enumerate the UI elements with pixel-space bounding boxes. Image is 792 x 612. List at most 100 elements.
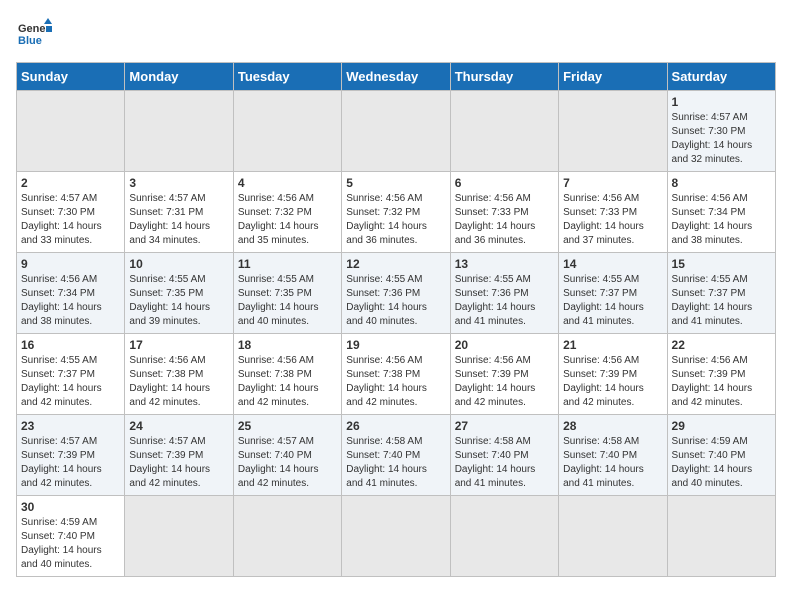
calendar-cell: 29 Sunrise: 4:59 AMSunset: 7:40 PMDayligh… [667,415,775,496]
cell-content: Sunrise: 4:57 AMSunset: 7:39 PMDaylight:… [129,435,228,491]
cell-content: Sunrise: 4:55 AMSunset: 7:36 PMDaylight:… [455,273,554,329]
calendar-cell [342,91,450,172]
day-number: 23 [21,419,120,433]
calendar-cell: 6Sunrise: 4:56 AMSunset: 7:33 PMDaylight… [450,172,558,253]
calendar-cell: 14 Sunrise: 4:55 AMSunset: 7:37 PMDayligh… [559,253,667,334]
cell-content: Sunrise: 4:58 AMSunset: 7:40 PMDaylight:… [563,435,662,491]
calendar-cell [450,91,558,172]
calendar-cell: 16Sunrise: 4:55 AMSunset: 7:37 PMDayligh… [17,334,125,415]
weekday-header-friday: Friday [559,63,667,91]
calendar-cell [125,91,233,172]
calendar-cell: 11 Sunrise: 4:55 AMSunset: 7:35 PMDayligh… [233,253,341,334]
calendar-cell: 10 Sunrise: 4:55 AMSunset: 7:35 PMDayligh… [125,253,233,334]
day-number: 19 [346,338,445,352]
cell-content: Sunrise: 4:56 AMSunset: 7:39 PMDaylight:… [455,354,554,410]
day-number: 24 [129,419,228,433]
calendar-cell: 13 Sunrise: 4:55 AMSunset: 7:36 PMDayligh… [450,253,558,334]
cell-content: Sunrise: 4:56 AMSunset: 7:32 PMDaylight:… [346,192,445,248]
logo-icon: General Blue [16,16,52,52]
calendar-cell: 30 Sunrise: 4:59 AMSunset: 7:40 PMDayligh… [17,496,125,577]
day-number: 20 [455,338,554,352]
cell-content: Sunrise: 4:58 AMSunset: 7:40 PMDaylight:… [455,435,554,491]
calendar-cell [667,496,775,577]
page-header: General Blue [16,16,776,52]
day-number: 5 [346,176,445,190]
day-number: 6 [455,176,554,190]
day-number: 2 [21,176,120,190]
calendar-cell [125,496,233,577]
calendar-table: SundayMondayTuesdayWednesdayThursdayFrid… [16,62,776,577]
calendar-cell: 5 Sunrise: 4:56 AMSunset: 7:32 PMDaylight… [342,172,450,253]
cell-content: Sunrise: 4:56 AMSunset: 7:39 PMDaylight:… [563,354,662,410]
weekday-header-sunday: Sunday [17,63,125,91]
day-number: 3 [129,176,228,190]
calendar-cell [17,91,125,172]
day-number: 28 [563,419,662,433]
calendar-cell: 8 Sunrise: 4:56 AMSunset: 7:34 PMDaylight… [667,172,775,253]
calendar-cell: 1 Sunrise: 4:57 AMSunset: 7:30 PMDaylight… [667,91,775,172]
calendar-header: SundayMondayTuesdayWednesdayThursdayFrid… [17,63,776,91]
day-number: 8 [672,176,771,190]
weekday-header-thursday: Thursday [450,63,558,91]
day-number: 25 [238,419,337,433]
calendar-cell: 28 Sunrise: 4:58 AMSunset: 7:40 PMDayligh… [559,415,667,496]
day-number: 27 [455,419,554,433]
day-number: 15 [672,257,771,271]
cell-content: Sunrise: 4:56 AMSunset: 7:38 PMDaylight:… [238,354,337,410]
day-number: 18 [238,338,337,352]
day-number: 29 [672,419,771,433]
day-number: 30 [21,500,120,514]
calendar-cell: 23 Sunrise: 4:57 AMSunset: 7:39 PMDayligh… [17,415,125,496]
calendar-cell [559,496,667,577]
calendar-cell: 4 Sunrise: 4:56 AMSunset: 7:32 PMDaylight… [233,172,341,253]
calendar-cell: 19 Sunrise: 4:56 AMSunset: 7:38 PMDayligh… [342,334,450,415]
cell-content: Sunrise: 4:56 AMSunset: 7:34 PMDaylight:… [672,192,771,248]
calendar-cell [342,496,450,577]
day-number: 26 [346,419,445,433]
cell-content: Sunrise: 4:55 AMSunset: 7:35 PMDaylight:… [238,273,337,329]
day-number: 17 [129,338,228,352]
cell-content: Sunrise: 4:58 AMSunset: 7:40 PMDaylight:… [346,435,445,491]
calendar-cell: 7Sunrise: 4:56 AMSunset: 7:33 PMDaylight… [559,172,667,253]
calendar-cell: 20 Sunrise: 4:56 AMSunset: 7:39 PMDayligh… [450,334,558,415]
day-number: 21 [563,338,662,352]
cell-content: Sunrise: 4:56 AMSunset: 7:38 PMDaylight:… [129,354,228,410]
weekday-header-saturday: Saturday [667,63,775,91]
calendar-cell [450,496,558,577]
calendar-cell [233,91,341,172]
day-number: 11 [238,257,337,271]
day-number: 1 [672,95,771,109]
cell-content: Sunrise: 4:55 AMSunset: 7:35 PMDaylight:… [129,273,228,329]
day-number: 4 [238,176,337,190]
day-number: 13 [455,257,554,271]
cell-content: Sunrise: 4:56 AMSunset: 7:32 PMDaylight:… [238,192,337,248]
calendar-cell: 3Sunrise: 4:57 AMSunset: 7:31 PMDaylight… [125,172,233,253]
cell-content: Sunrise: 4:55 AMSunset: 7:37 PMDaylight:… [563,273,662,329]
calendar-cell: 15 Sunrise: 4:55 AMSunset: 7:37 PMDayligh… [667,253,775,334]
day-number: 22 [672,338,771,352]
cell-content: Sunrise: 4:59 AMSunset: 7:40 PMDaylight:… [21,516,120,572]
weekday-header-wednesday: Wednesday [342,63,450,91]
calendar-cell: 9 Sunrise: 4:56 AMSunset: 7:34 PMDaylight… [17,253,125,334]
cell-content: Sunrise: 4:59 AMSunset: 7:40 PMDaylight:… [672,435,771,491]
calendar-cell: 26 Sunrise: 4:58 AMSunset: 7:40 PMDayligh… [342,415,450,496]
calendar-cell: 12 Sunrise: 4:55 AMSunset: 7:36 PMDayligh… [342,253,450,334]
weekday-header-monday: Monday [125,63,233,91]
day-number: 10 [129,257,228,271]
calendar-cell: 22 Sunrise: 4:56 AMSunset: 7:39 PMDayligh… [667,334,775,415]
cell-content: Sunrise: 4:56 AMSunset: 7:38 PMDaylight:… [346,354,445,410]
cell-content: Sunrise: 4:55 AMSunset: 7:36 PMDaylight:… [346,273,445,329]
day-number: 12 [346,257,445,271]
cell-content: Sunrise: 4:56 AMSunset: 7:39 PMDaylight:… [672,354,771,410]
weekday-header-tuesday: Tuesday [233,63,341,91]
cell-content: Sunrise: 4:55 AMSunset: 7:37 PMDaylight:… [672,273,771,329]
day-number: 16 [21,338,120,352]
cell-content: Sunrise: 4:57 AMSunset: 7:30 PMDaylight:… [672,111,771,167]
calendar-cell [559,91,667,172]
day-number: 14 [563,257,662,271]
calendar-cell: 18 Sunrise: 4:56 AMSunset: 7:38 PMDayligh… [233,334,341,415]
cell-content: Sunrise: 4:57 AMSunset: 7:39 PMDaylight:… [21,435,120,491]
calendar-cell: 17 Sunrise: 4:56 AMSunset: 7:38 PMDayligh… [125,334,233,415]
day-number: 9 [21,257,120,271]
cell-content: Sunrise: 4:56 AMSunset: 7:34 PMDaylight:… [21,273,120,329]
